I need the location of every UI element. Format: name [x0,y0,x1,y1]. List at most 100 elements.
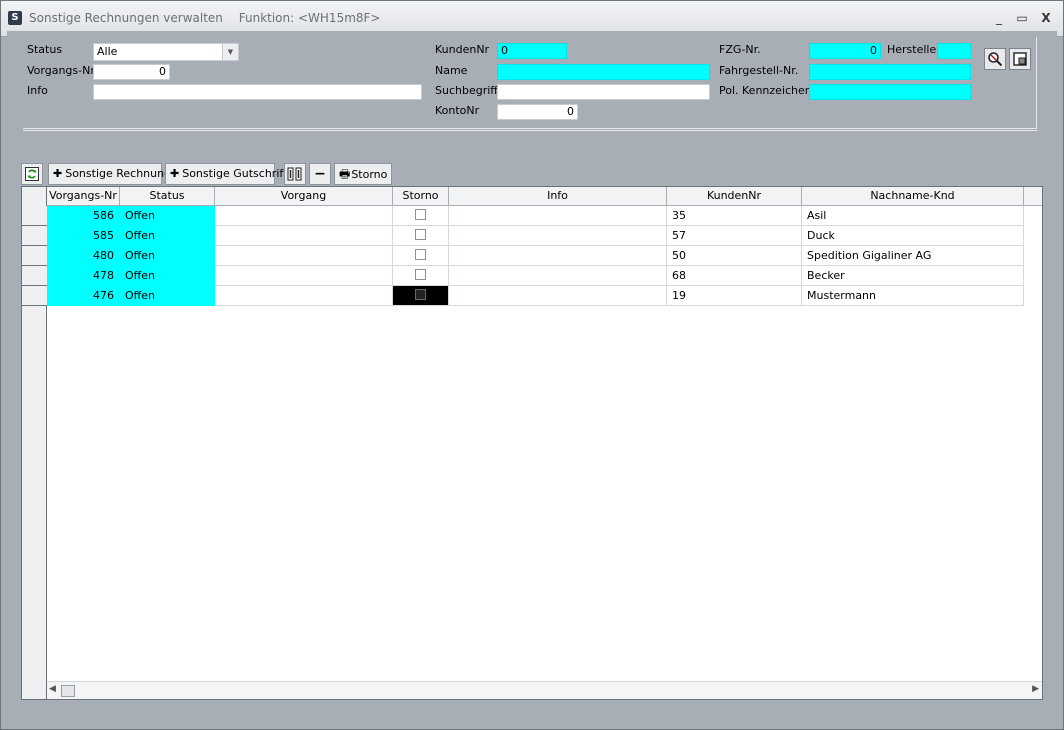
col-header-storno[interactable]: Storno [393,187,449,206]
maximize-button[interactable]: ▭ [1014,10,1030,26]
storno-checkbox[interactable] [415,289,426,300]
row-selector[interactable] [22,246,47,266]
cell-status[interactable]: Offen [120,266,215,286]
horizontal-scrollbar[interactable]: ◀ ▶ [47,681,1042,699]
cell-vorgang[interactable] [215,266,393,286]
cell-info[interactable] [449,206,667,226]
add-sonstige-rechnung-button[interactable]: ✚ Sonstige Rechnung [48,163,171,185]
close-button[interactable]: X [1038,10,1054,26]
suchbegriff-label: Suchbegriff [435,84,498,97]
storno-checkbox[interactable] [415,229,426,240]
cell-info[interactable] [449,286,667,306]
col-header-more[interactable] [1024,187,1042,206]
row-selector[interactable] [22,266,47,286]
scrollbar-thumb[interactable] [61,685,75,697]
cell-storno-focused[interactable] [393,286,449,306]
suchbegriff-input[interactable] [497,84,710,100]
cell-vorgangsnr[interactable]: 478 [47,266,120,286]
cell-status[interactable]: Offen [120,246,215,266]
col-header-kundennr[interactable]: KundenNr [667,187,802,206]
cell-vorgangsnr[interactable]: 586 [47,206,120,226]
invoice-grid[interactable]: Vorgangs-Nr Status Vorgang Storno Info K… [21,186,1043,700]
cell-vorgang[interactable] [215,226,393,246]
cell-kundennr[interactable]: 35 [667,206,802,226]
cell-vorgangsnr[interactable]: 480 [47,246,120,266]
cell-vorgang[interactable] [215,206,393,226]
row-selector[interactable] [22,286,47,306]
fahrgestell-input[interactable] [809,64,971,80]
cell-info[interactable] [449,246,667,266]
kundennr-input[interactable]: 0 [497,43,567,59]
kennzeichen-input[interactable] [809,84,971,100]
plus-icon: ✚ [53,167,63,180]
cell-vorgangsnr[interactable]: 476 [47,286,120,306]
column-sort-icon [287,167,302,181]
storno-checkbox[interactable] [415,249,426,260]
remove-button[interactable]: − [309,163,331,185]
add-sonstige-rechnung-label: Sonstige Rechnung [65,167,172,180]
cell-nachname[interactable]: Duck [802,226,1024,246]
fzgnr-input[interactable]: 0 [809,43,881,59]
cell-storno[interactable] [393,206,449,226]
cell-nachname[interactable]: Asil [802,206,1024,226]
cell-vorgang[interactable] [215,246,393,266]
refresh-button[interactable] [21,163,43,185]
main-window: S Sonstige Rechnungen verwalten Funktion… [0,0,1064,730]
cell-vorgangsnr[interactable]: 585 [47,226,120,246]
add-sonstige-gutschrift-button[interactable]: ✚ Sonstige Gutschrift [165,163,287,185]
cell-kundennr[interactable]: 57 [667,226,802,246]
clear-filter-button[interactable] [1009,48,1031,70]
cell-info[interactable] [449,226,667,246]
search-icon [988,52,1003,67]
col-header-info[interactable]: Info [449,187,667,206]
cell-nachname[interactable]: Spedition Gigaliner AG [802,246,1024,266]
col-header-status[interactable]: Status [120,187,215,206]
storno-checkbox[interactable] [415,209,426,220]
cell-vorgang[interactable] [215,286,393,306]
kontonr-input[interactable]: 0 [497,104,578,120]
info-input[interactable] [93,84,422,100]
plus-icon: ✚ [170,167,180,180]
window-title-text: Sonstige Rechnungen verwalten [29,11,223,25]
hersteller-input[interactable] [937,43,971,59]
storno-button[interactable]: 🖶Storno [334,163,392,185]
cell-storno[interactable] [393,246,449,266]
cell-nachname[interactable]: Mustermann [802,286,1024,306]
filter-separator [23,130,1037,131]
status-select[interactable]: Alle ▼ [93,43,239,61]
col-header-vorgangsnr[interactable]: Vorgangs-Nr [47,187,120,206]
clear-form-icon [1013,52,1027,66]
cell-kundennr[interactable]: 50 [667,246,802,266]
cell-status[interactable]: Offen [120,206,215,226]
chevron-down-icon[interactable]: ▼ [222,44,238,60]
search-button[interactable] [984,48,1006,70]
cell-kundennr[interactable]: 19 [667,286,802,306]
hersteller-label: Hersteller [887,43,941,56]
cell-storno[interactable] [393,266,449,286]
col-header-vorgang[interactable]: Vorgang [215,187,393,206]
row-selector[interactable] [22,206,47,226]
fzgnr-label: FZG-Nr. [719,43,761,56]
status-label: Status [27,43,63,56]
info-label: Info [27,84,48,97]
edit-columns-button[interactable] [284,163,306,185]
storno-button-label: Storno [351,168,388,181]
cell-kundennr[interactable]: 68 [667,266,802,286]
vorgangsnr-input[interactable]: 0 [93,64,170,80]
cell-info[interactable] [449,266,667,286]
add-sonstige-gutschrift-label: Sonstige Gutschrift [182,167,288,180]
window-title: Sonstige Rechnungen verwalten Funktion: … [29,11,392,25]
scroll-left-icon[interactable]: ◀ [49,684,56,694]
cell-storno[interactable] [393,226,449,246]
storno-checkbox[interactable] [415,269,426,280]
col-header-nachname[interactable]: Nachname-Knd [802,187,1024,206]
name-input[interactable] [497,64,710,80]
cell-nachname[interactable]: Becker [802,266,1024,286]
row-selector[interactable] [22,226,47,246]
cell-status[interactable]: Offen [120,286,215,306]
printer-icon: 🖶 [339,167,351,181]
minimize-button[interactable]: _ [991,10,1007,26]
cell-status[interactable]: Offen [120,226,215,246]
scroll-right-icon[interactable]: ▶ [1032,684,1039,694]
window-function-text: Funktion: <WH15m8F> [238,11,381,25]
